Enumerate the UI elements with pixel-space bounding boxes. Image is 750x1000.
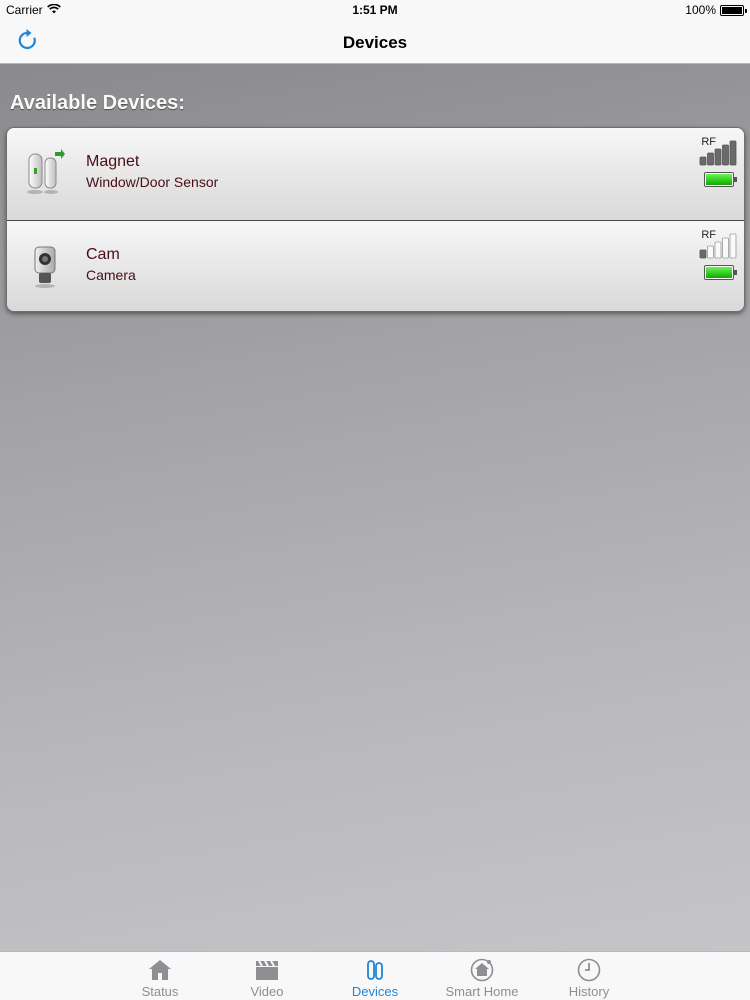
signal-bar-filled [699, 249, 707, 259]
device-name: Cam [86, 246, 120, 263]
signal-bar-filled [707, 152, 714, 166]
door-sensor-icon [25, 148, 65, 198]
signal-bar-empty [722, 237, 729, 259]
device-row-magnet[interactable]: Magnet Window/Door Sensor RF [7, 128, 744, 220]
clapperboard-icon [212, 958, 322, 984]
signal-bar-filled [722, 144, 729, 166]
battery-percent: 100% [685, 3, 716, 17]
clock-icon [534, 958, 644, 984]
tab-label: Devices [351, 984, 399, 999]
tab-video[interactable]: Video [212, 952, 322, 1000]
device-row-cam[interactable]: Cam Camera RF [7, 220, 744, 311]
device-type: Camera [86, 267, 136, 283]
devices-content: Available Devices: Magnet Window/Door Se… [0, 64, 750, 951]
status-time: 1:51 PM [352, 3, 398, 17]
house-icon [105, 958, 215, 984]
signal-bar-empty [714, 241, 722, 259]
signal-bar-filled [699, 156, 707, 166]
status-right: 100% [685, 3, 747, 17]
navigation-bar: Devices [0, 20, 750, 64]
tab-label: Status [141, 984, 179, 999]
signal-bar-empty [707, 245, 714, 259]
device-name: Magnet [86, 153, 140, 170]
signal-bar-filled [714, 148, 722, 166]
tab-history[interactable]: History [534, 952, 644, 1000]
tab-label: Smart Home [445, 984, 519, 999]
camera-icon [25, 241, 65, 291]
section-title: Available Devices: [10, 92, 185, 114]
rf-signal-icon [699, 233, 737, 259]
sensor-icon [320, 958, 430, 984]
device-type: Window/Door Sensor [86, 174, 219, 190]
smart-home-icon [427, 958, 537, 984]
device-battery-icon [704, 172, 737, 187]
device-list: Magnet Window/Door Sensor RF Cam Camera … [6, 127, 745, 312]
signal-bar-filled [729, 140, 737, 166]
tab-smart-home[interactable]: Smart Home [427, 952, 537, 1000]
page-title: Devices [342, 33, 408, 52]
signal-bar-empty [729, 233, 737, 259]
tab-label: History [568, 984, 610, 999]
tab-label: Video [250, 984, 284, 999]
status-bar: Carrier 1:51 PM 100% [0, 0, 750, 20]
tab-status[interactable]: Status [105, 952, 215, 1000]
rf-signal-icon [699, 140, 737, 166]
tab-bar: Status Video Devices Smart Home History [0, 951, 750, 1000]
tab-devices[interactable]: Devices [320, 952, 430, 1000]
device-battery-icon [704, 265, 737, 280]
battery-icon [720, 4, 747, 16]
